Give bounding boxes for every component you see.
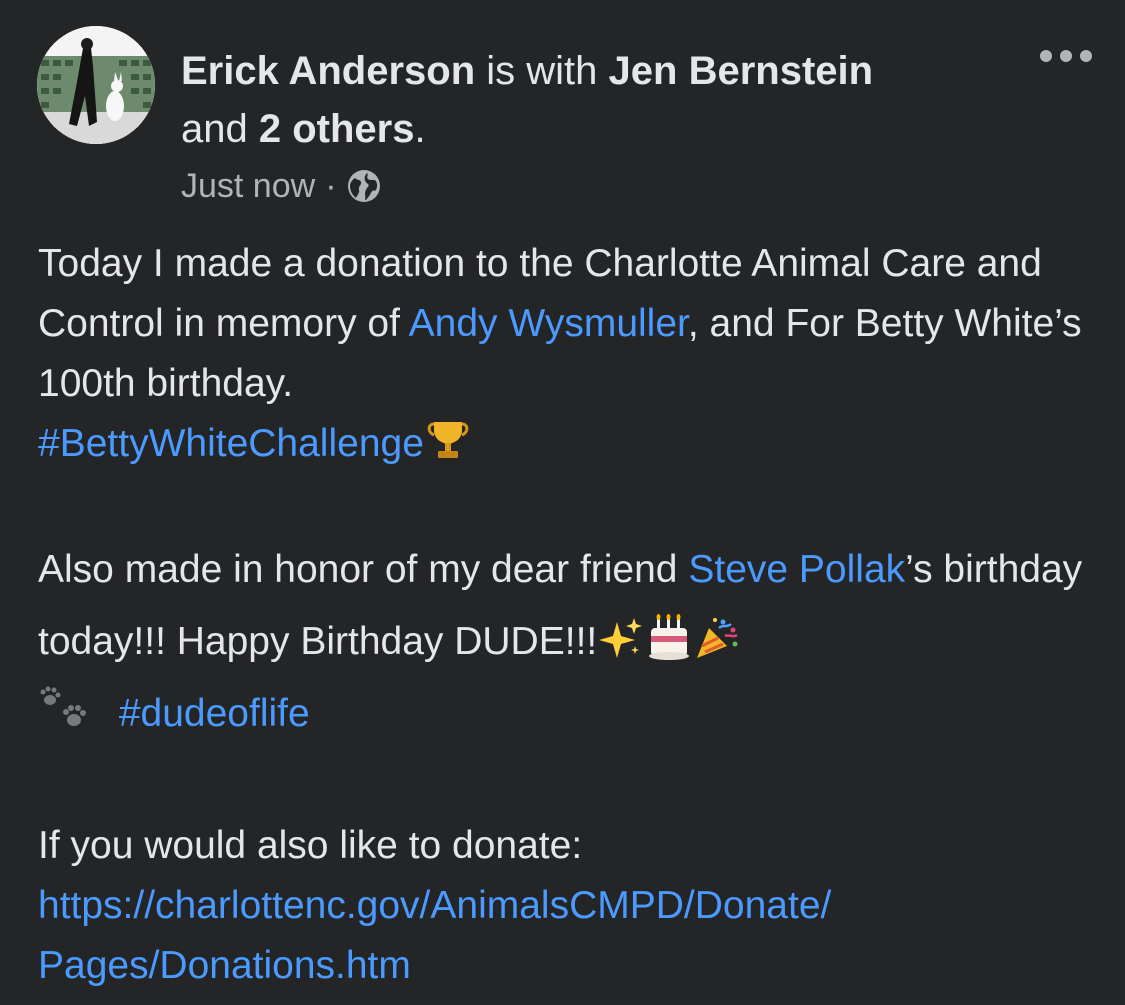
post-body: Today I made a donation to the Charlotte… (38, 234, 1113, 996)
hashtag-betty-white[interactable]: #BettyWhiteChallenge (38, 422, 424, 465)
tagged-person[interactable]: Jen Bernstein (609, 49, 874, 93)
more-dot (1040, 50, 1052, 62)
more-dot (1080, 50, 1092, 62)
more-options-icon[interactable] (1040, 46, 1092, 66)
mention-andy[interactable]: Andy Wysmuller (409, 302, 688, 345)
author-avatar[interactable] (37, 26, 155, 144)
post-header: Erick Anderson is with Jen Bernstein and… (181, 42, 1001, 158)
donation-url-line-2[interactable]: Pages/Donations.htm (38, 944, 411, 987)
post-meta: Just now · (181, 164, 381, 208)
timestamp[interactable]: Just now (181, 164, 315, 208)
birthday-cake-emoji (645, 614, 693, 662)
meta-separator: · (325, 167, 337, 205)
hashtag-dude-of-life[interactable]: #dudeoflife (119, 692, 310, 735)
post-card: Erick Anderson is with Jen Bernstein and… (0, 0, 1125, 1005)
party-popper-emoji (693, 614, 741, 662)
mention-steve[interactable]: Steve Pollak (688, 548, 905, 591)
more-dot (1060, 50, 1072, 62)
and-text: and (181, 107, 259, 151)
paragraph-3: If you would also like to donate: https:… (38, 816, 1113, 996)
trophy-emoji (424, 416, 472, 464)
paw-prints-emoji (38, 686, 86, 734)
paragraph-2-text-a: Also made in honor of my dear friend (38, 548, 689, 591)
globe-icon[interactable] (347, 169, 381, 203)
paragraph-1: Today I made a donation to the Charlotte… (38, 234, 1113, 474)
with-text: is with (475, 49, 609, 93)
donate-prompt: If you would also like to donate: (38, 824, 583, 867)
donation-url-line-1[interactable]: https://charlottenc.gov/AnimalsCMPD/Dona… (38, 884, 831, 927)
header-period: . (414, 107, 426, 151)
author-name[interactable]: Erick Anderson (181, 49, 475, 93)
sparkles-emoji (597, 614, 645, 662)
paragraph-2: Also made in honor of my dear friend Ste… (38, 534, 1113, 750)
others-link[interactable]: 2 others (259, 107, 415, 151)
